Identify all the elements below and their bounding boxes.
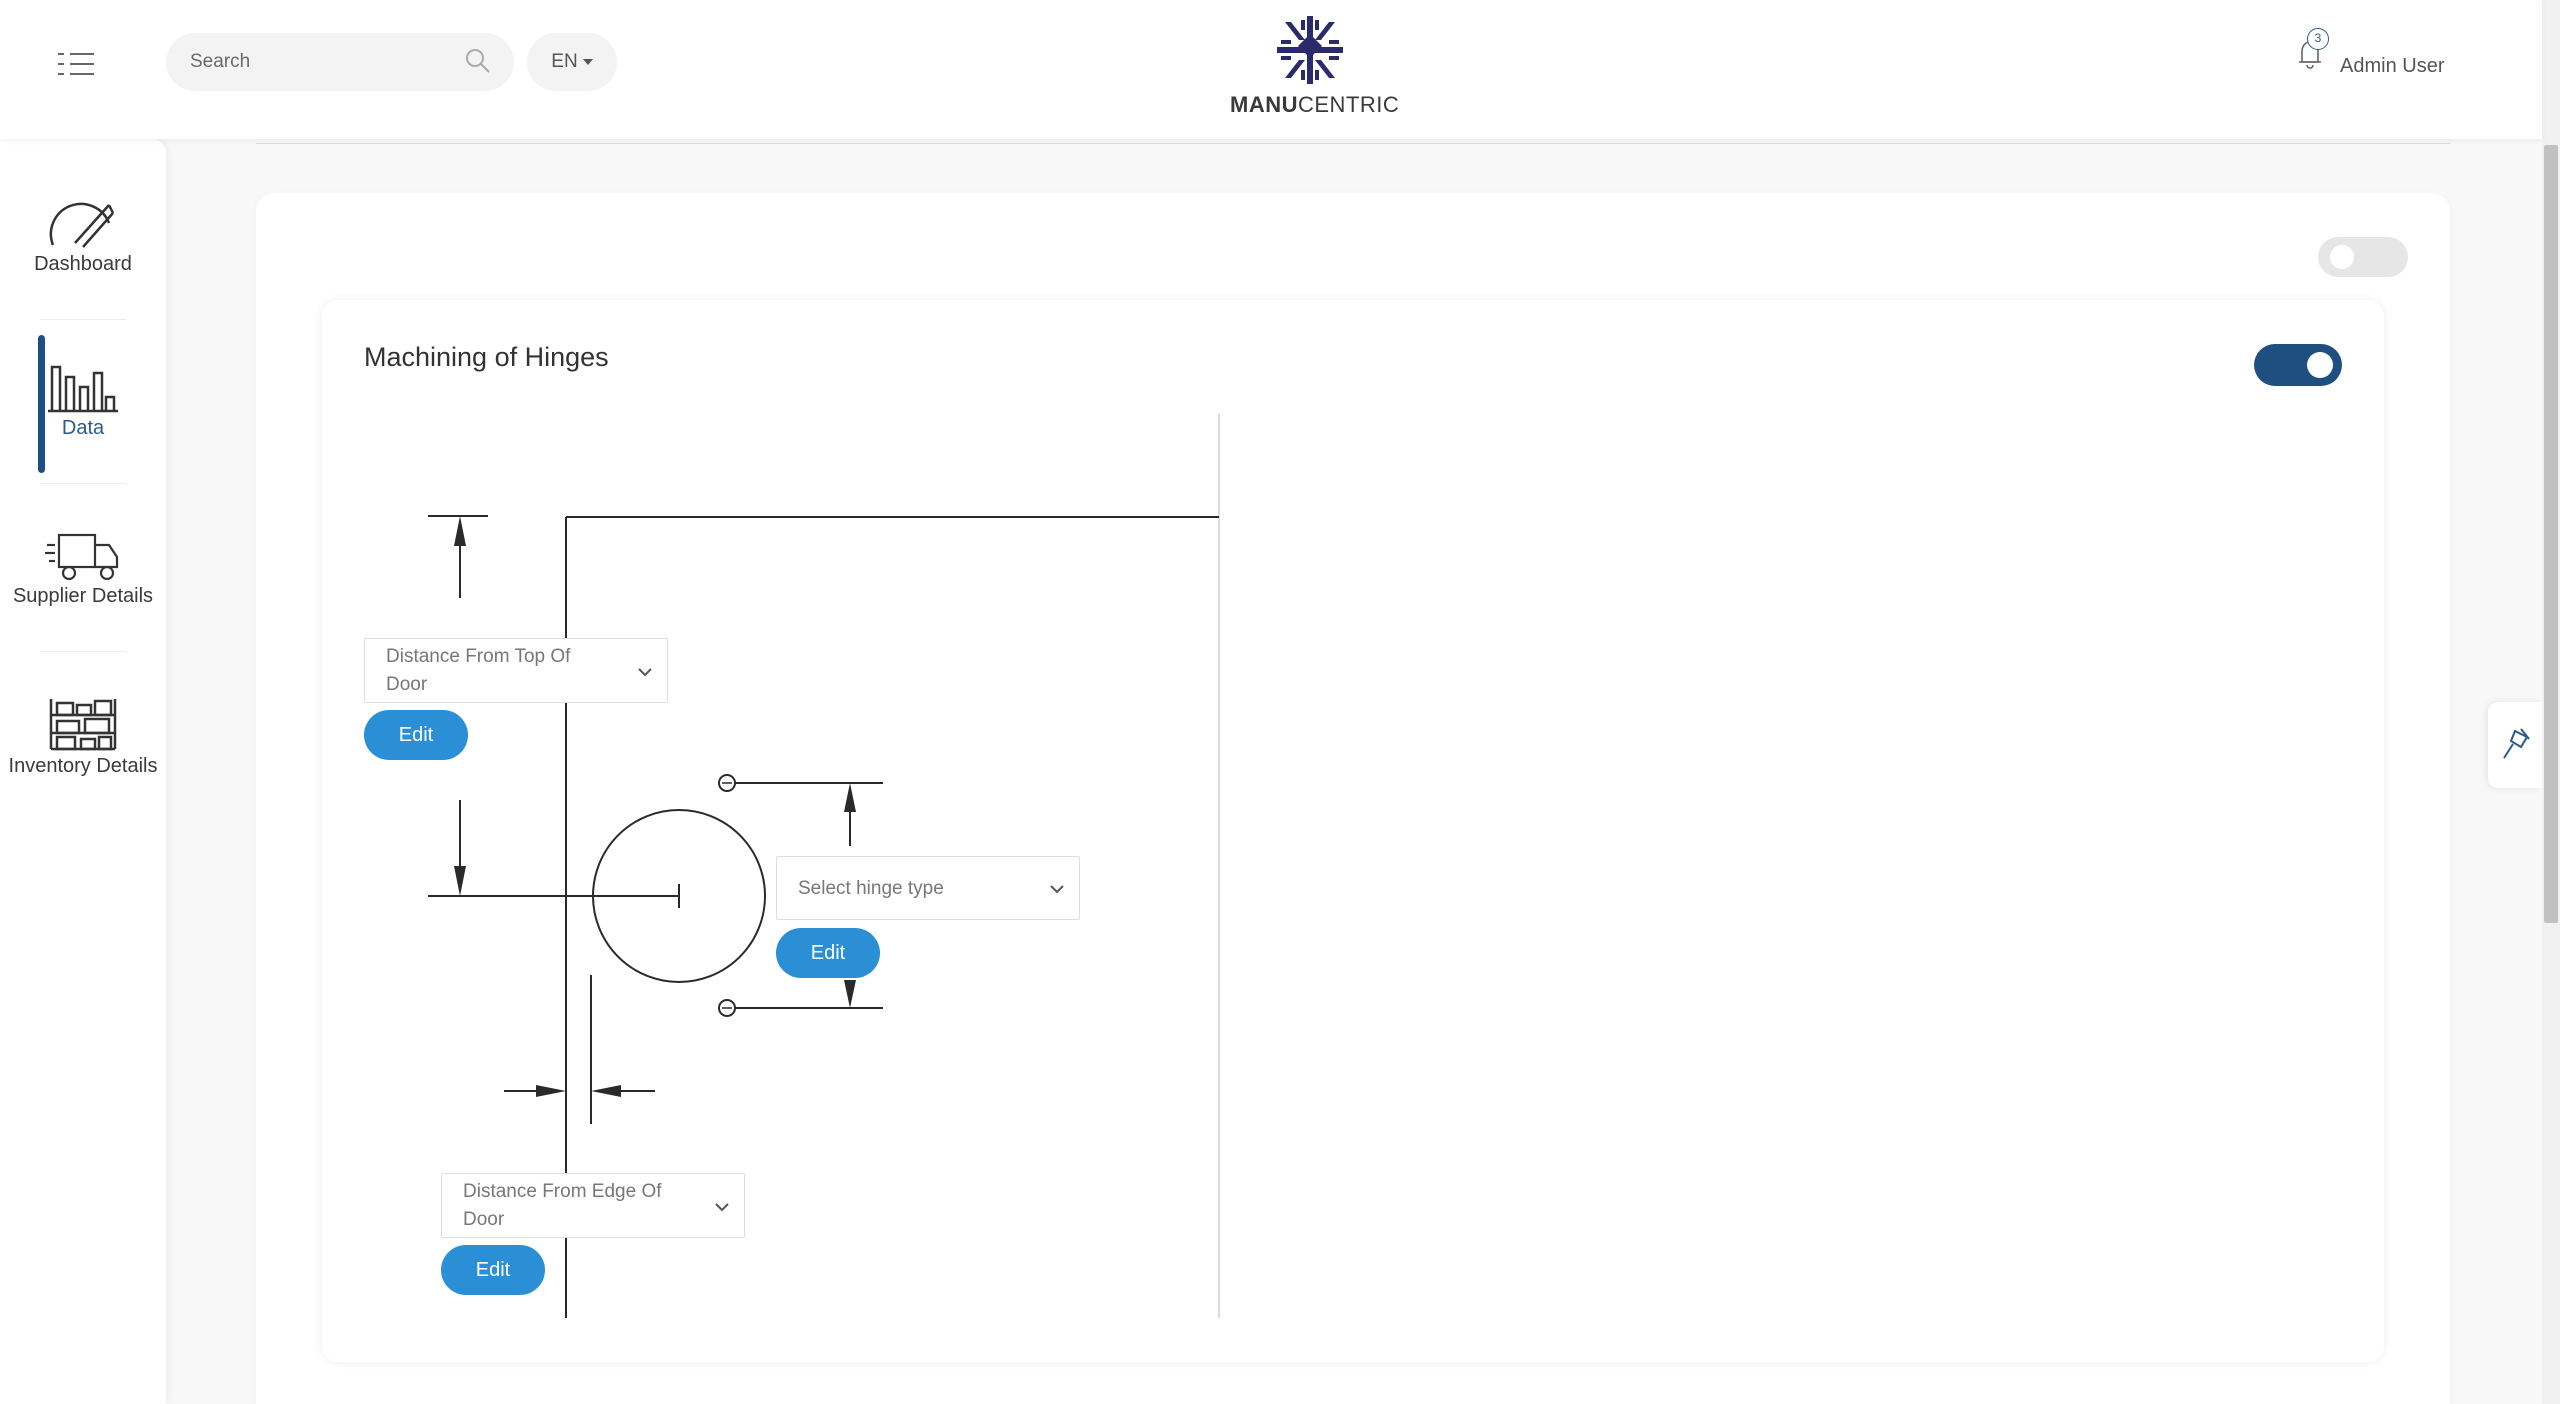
sidebar-item-label: Inventory Details [8, 755, 158, 777]
toggle-knob [2307, 352, 2333, 378]
sidebar-item-data[interactable]: Data [0, 363, 166, 440]
warehouse-shelves-icon [49, 699, 117, 751]
brand-logo[interactable]: MANUCENTRIC [1230, 14, 1399, 117]
edge-distance-select[interactable]: Distance From Edge Of Door [441, 1173, 745, 1238]
divider [40, 319, 126, 320]
bar-chart-icon [48, 365, 118, 413]
menu-toggle-icon[interactable] [56, 50, 96, 78]
sidebar-item-label: Dashboard [34, 253, 132, 275]
sidebar-item-label: Data [61, 417, 105, 439]
notification-badge: 3 [2307, 28, 2329, 50]
hinge-type-select[interactable]: Select hinge type [776, 856, 1080, 920]
divider [40, 483, 126, 484]
page-scrollbar-thumb[interactable] [2544, 145, 2558, 923]
sidebar: Dashboard Data Supplier Details Inventor… [0, 139, 166, 1404]
edit-edge-distance-button[interactable]: Edit [441, 1245, 545, 1295]
chevron-down-icon [1050, 885, 1064, 894]
divider [256, 143, 2450, 144]
chevron-down-icon [715, 1203, 729, 1212]
select-value-line2: Door [463, 1209, 505, 1230]
truck-icon [45, 533, 119, 581]
language-selector[interactable]: EN [527, 33, 617, 91]
dashboard-gauge-icon [49, 202, 115, 248]
logo-snowflake-icon [1277, 16, 1343, 84]
user-menu[interactable]: Admin User [2340, 55, 2444, 78]
caret-down-icon [582, 58, 593, 65]
select-value-line1: Distance From Edge Of [463, 1181, 662, 1202]
edit-top-distance-button[interactable]: Edit [364, 710, 468, 760]
sidebar-item-label: Supplier Details [12, 585, 154, 607]
chevron-down-icon [638, 668, 652, 677]
search-box [166, 33, 514, 91]
select-placeholder: Select hinge type [798, 878, 944, 899]
search-input[interactable] [190, 33, 460, 91]
notifications-button[interactable]: 3 [2296, 28, 2329, 72]
sidebar-item-dashboard[interactable]: Dashboard [0, 199, 166, 276]
hinges-toggle[interactable] [2254, 344, 2342, 386]
customizer-tab[interactable] [2488, 702, 2542, 788]
logo-wordmark: MANUCENTRIC [1230, 92, 1400, 117]
sidebar-item-inventory-details[interactable]: Inventory Details [0, 697, 166, 778]
top-distance-select[interactable]: Distance From Top Of Door [364, 638, 668, 703]
sidebar-item-supplier-details[interactable]: Supplier Details [0, 531, 166, 608]
select-value-line1: Distance From Top Of [386, 646, 571, 667]
top-bar: EN MANUCENTRIC 3 Ad [0, 0, 2542, 139]
edit-hinge-type-button[interactable]: Edit [776, 928, 880, 978]
divider [40, 651, 126, 652]
toggle-knob [2330, 245, 2354, 269]
card-title: Machining of Hinges [364, 342, 609, 372]
search-icon[interactable] [464, 47, 492, 75]
select-value-line2: Door [386, 674, 428, 695]
section-toggle[interactable] [2318, 237, 2408, 277]
pin-icon [2503, 728, 2530, 759]
language-label: EN [551, 51, 578, 72]
